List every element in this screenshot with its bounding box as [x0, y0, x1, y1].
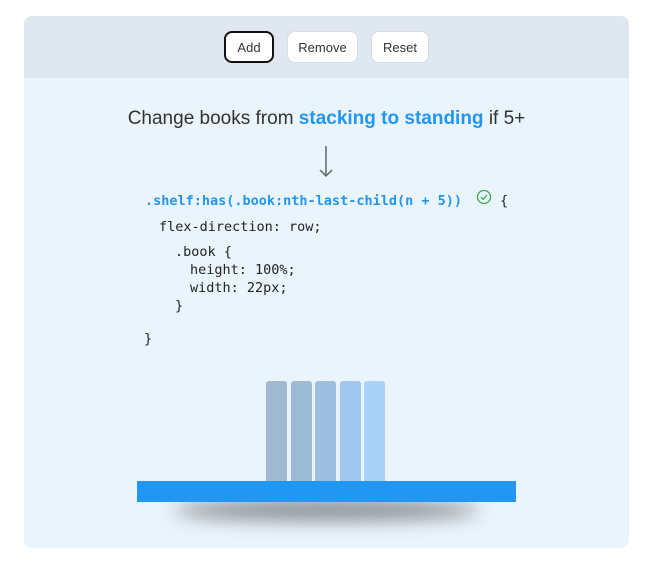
heading-prefix: Change books from	[127, 108, 299, 129]
code-selector: .shelf:has(.book:nth-last-child(n + 5))	[145, 193, 462, 209]
book	[315, 381, 336, 481]
check-circle-icon	[476, 189, 492, 205]
toolbar: Add Remove Reset	[24, 16, 629, 78]
demo-card: Add Remove Reset Change books from stack…	[24, 16, 629, 548]
remove-button[interactable]: Remove	[287, 31, 358, 63]
demo-heading: Change books from stacking to standing i…	[24, 108, 629, 130]
code-width: width: 22px;	[190, 280, 288, 296]
heading-suffix: if 5+	[483, 108, 526, 129]
shelf-shadow	[174, 499, 479, 521]
book	[364, 381, 385, 481]
book	[290, 381, 312, 481]
down-arrow-icon	[319, 146, 333, 178]
heading-highlight: stacking to standing	[298, 108, 484, 129]
add-button[interactable]: Add	[224, 31, 274, 63]
code-height: height: 100%;	[190, 262, 296, 278]
code-close-brace: }	[144, 331, 153, 347]
code-book-close: }	[175, 298, 184, 314]
code-book-selector: .book {	[175, 244, 232, 260]
reset-button[interactable]: Reset	[371, 31, 429, 63]
code-flex-direction: flex-direction: row;	[159, 219, 322, 235]
book	[266, 381, 287, 481]
code-open-brace: {	[500, 193, 509, 209]
book	[339, 381, 361, 481]
shelf	[137, 481, 516, 502]
